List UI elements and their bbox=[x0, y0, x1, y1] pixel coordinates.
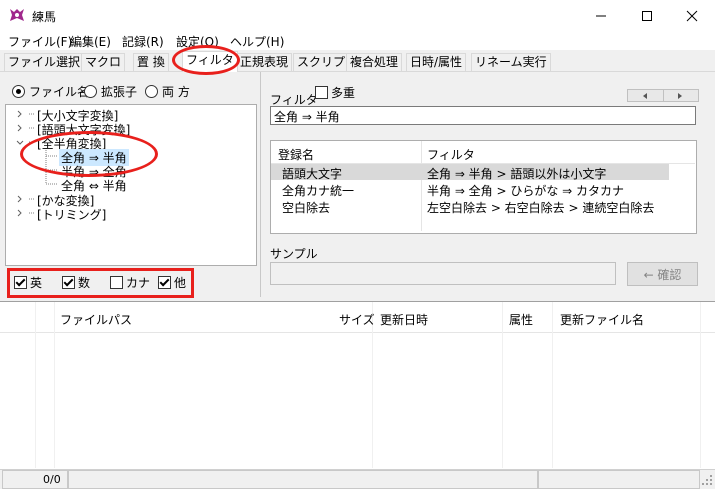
check-alpha-box[interactable] bbox=[14, 276, 27, 289]
check-digit-box[interactable] bbox=[62, 276, 75, 289]
stepper-right-button[interactable] bbox=[664, 90, 699, 101]
tab-datetime-attr[interactable]: 日時/属性 bbox=[406, 53, 467, 71]
col-divider[interactable] bbox=[552, 302, 553, 468]
annotation-tab-circle bbox=[172, 45, 240, 75]
tab-regex[interactable]: 正規表現 bbox=[236, 53, 293, 71]
triangle-right-icon bbox=[678, 92, 683, 99]
menu-edit[interactable]: 編集(E) bbox=[70, 33, 111, 50]
tab-macro[interactable]: マクロ bbox=[81, 53, 126, 71]
status-message bbox=[68, 470, 538, 489]
stepper-left-button[interactable] bbox=[628, 90, 664, 101]
radio-both[interactable]: 両 方 bbox=[145, 83, 190, 100]
tree-expand-icon bbox=[17, 209, 22, 217]
maximize-button[interactable] bbox=[624, 0, 670, 31]
tree-collapse-icon bbox=[16, 140, 24, 145]
list-column-divider[interactable] bbox=[421, 141, 422, 231]
check-other-label: 他 bbox=[174, 276, 187, 290]
check-other-box[interactable] bbox=[158, 276, 171, 289]
filter-input-value: 全角 ⇒ 半角 bbox=[274, 110, 340, 124]
check-multi-label: 多重 bbox=[331, 86, 356, 100]
radio-filename-label: ファイル名 bbox=[29, 85, 90, 99]
tree-expand-icon bbox=[17, 124, 22, 132]
menu-file[interactable]: ファイル(F) bbox=[8, 33, 72, 50]
panel-splitter[interactable] bbox=[260, 72, 261, 297]
col-header-size[interactable]: サイズ bbox=[339, 311, 375, 328]
tree-expand-icon bbox=[17, 110, 22, 118]
col-divider[interactable] bbox=[54, 302, 55, 468]
close-icon bbox=[686, 10, 698, 21]
list-row-filter[interactable]: 全角 ⇒ 半角 > 語頭以外は小文字 bbox=[427, 165, 606, 182]
status-count: 0/0 bbox=[2, 470, 68, 489]
col-header-name[interactable]: 登録名 bbox=[278, 146, 314, 163]
radio-both-label: 両 方 bbox=[162, 85, 190, 99]
radio-filename-dot[interactable] bbox=[12, 85, 25, 98]
check-digit-label: 数 bbox=[78, 276, 91, 290]
col-divider[interactable] bbox=[700, 302, 701, 468]
list-header bbox=[271, 141, 695, 164]
status-progress bbox=[538, 470, 700, 489]
sample-label: サンプル bbox=[270, 247, 318, 261]
app-icon bbox=[10, 9, 24, 21]
filter-order-stepper[interactable] bbox=[627, 89, 699, 102]
check-alpha-label: 英 bbox=[30, 276, 43, 290]
check-kana-box[interactable] bbox=[110, 276, 123, 289]
check-alpha[interactable]: 英 bbox=[14, 274, 42, 291]
check-multi-box[interactable] bbox=[315, 86, 328, 99]
radio-extension-label: 拡張子 bbox=[101, 85, 138, 99]
sample-input[interactable] bbox=[270, 262, 616, 285]
list-row-filter[interactable]: 左空白除去 > 右空白除去 > 連続空白除去 bbox=[427, 199, 654, 216]
col-header-filter[interactable]: フィルタ bbox=[427, 146, 475, 163]
tree-expand-icon bbox=[17, 195, 22, 203]
col-header-attr[interactable]: 属性 bbox=[509, 311, 533, 328]
tab-composite[interactable]: 複合処理 bbox=[346, 53, 403, 71]
check-digit[interactable]: 数 bbox=[62, 274, 90, 291]
check-multi[interactable]: 多重 bbox=[315, 84, 355, 101]
minimize-icon bbox=[596, 15, 606, 16]
col-divider[interactable] bbox=[35, 302, 36, 468]
list-row-name[interactable]: 空白除去 bbox=[282, 199, 330, 216]
check-kana[interactable]: カナ bbox=[110, 274, 150, 291]
status-count-text: 0/0 bbox=[43, 473, 61, 486]
check-kana-label: カナ bbox=[126, 276, 151, 290]
radio-extension[interactable]: 拡張子 bbox=[84, 83, 137, 100]
tab-replace[interactable]: 置 換 bbox=[133, 53, 169, 71]
col-header-path[interactable]: ファイルパス bbox=[60, 311, 132, 328]
menu-record[interactable]: 記録(R) bbox=[122, 33, 164, 50]
triangle-left-icon bbox=[642, 92, 647, 99]
col-divider[interactable] bbox=[502, 302, 503, 468]
check-other[interactable]: 他 bbox=[158, 274, 186, 291]
confirm-button[interactable]: ← 確認 bbox=[627, 262, 698, 286]
col-header-date[interactable]: 更新日時 bbox=[380, 311, 428, 328]
filter-input[interactable]: 全角 ⇒ 半角 bbox=[270, 106, 696, 125]
list-row-name[interactable]: 語頭大文字 bbox=[282, 165, 342, 182]
close-button[interactable] bbox=[669, 0, 715, 31]
col-header-newname[interactable]: 更新ファイル名 bbox=[560, 311, 644, 328]
tab-file-select[interactable]: ファイル選択 bbox=[4, 53, 85, 71]
radio-both-dot[interactable] bbox=[145, 85, 158, 98]
resize-grip-icon[interactable] bbox=[701, 474, 713, 486]
minimize-button[interactable] bbox=[578, 0, 624, 31]
radio-extension-dot[interactable] bbox=[84, 85, 97, 98]
maximize-icon bbox=[642, 10, 652, 21]
list-row-filter[interactable]: 半角 ⇒ 全角 > ひらがな ⇒ カタカナ bbox=[427, 182, 624, 199]
tab-rename-run[interactable]: リネーム実行 bbox=[471, 53, 551, 71]
list-row-name[interactable]: 全角カナ統一 bbox=[282, 182, 354, 199]
radio-filename[interactable]: ファイル名 bbox=[12, 83, 89, 100]
window-title: 練馬 bbox=[32, 10, 57, 24]
tree-node-trim[interactable]: [トリミング] bbox=[37, 206, 106, 223]
annotation-tree-circle bbox=[20, 131, 158, 177]
menu-help[interactable]: ヘルプ(H) bbox=[230, 33, 284, 50]
